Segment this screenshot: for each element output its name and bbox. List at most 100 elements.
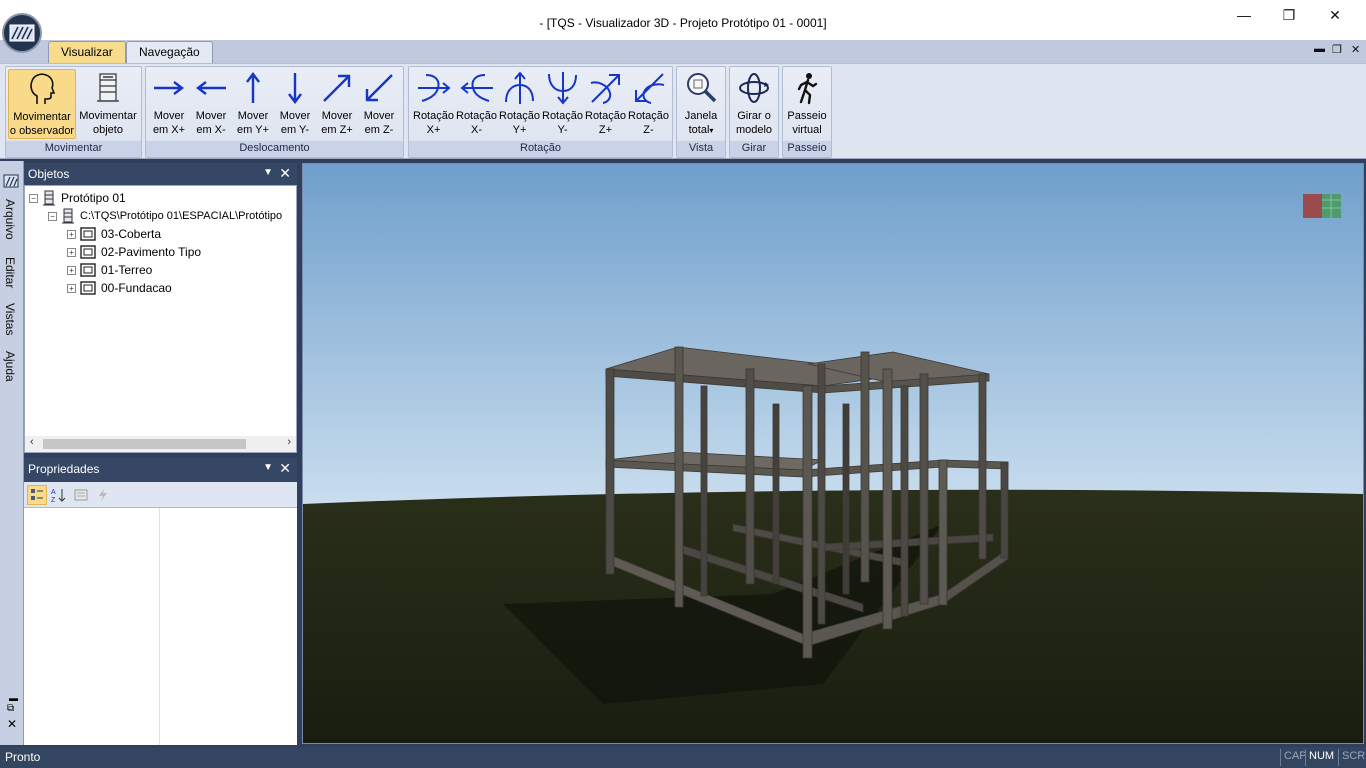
tree-item-fundacao[interactable]: + 00-Fundacao [67, 279, 172, 297]
tree-item-path[interactable]: − C:\TQS\Protótipo 01\ESPACIAL\Protótipo [48, 207, 282, 225]
rotacao-x-neg-button[interactable]: Rotação X- [455, 69, 498, 139]
objetos-panel-header: Objetos ▼ ✕ [24, 163, 297, 185]
mover-y-neg-label1: Mover [279, 110, 311, 122]
svg-text:A: A [51, 489, 56, 496]
minimize-button[interactable]: — [1222, 4, 1266, 26]
head-icon [30, 73, 56, 104]
svg-text:Z: Z [51, 497, 56, 503]
3d-viewport[interactable] [302, 163, 1364, 744]
objetos-panel-dropdown-icon[interactable]: ▼ [263, 167, 273, 178]
tree-item-projeto[interactable]: − Protótipo 01 [29, 189, 126, 207]
floor-plan-icon [80, 281, 96, 295]
scroll-left-icon[interactable]: ‹ [30, 436, 34, 448]
rotacao-z-pos-label2: Z+ [598, 124, 613, 136]
mover-x-pos-button[interactable]: Mover em X+ [148, 69, 190, 139]
building-icon [42, 190, 56, 206]
tree-collapse-icon[interactable]: − [48, 211, 57, 221]
tree-item-terreo[interactable]: + 01-Terreo [67, 261, 152, 279]
group-movimentar: Movimentar o observador Movimentar objet… [5, 66, 142, 158]
side-tab-editar[interactable]: Editar [3, 257, 17, 288]
strip-pin-icon[interactable]: ▬ [9, 693, 18, 703]
rotacao-z-neg-button[interactable]: Rotação Z- [627, 69, 670, 139]
propriedades-column-divider[interactable] [159, 508, 160, 745]
mover-x-pos-label2: em X+ [152, 124, 186, 136]
movimentar-objeto-button[interactable]: Movimentar objeto [76, 69, 140, 139]
propriedades-grid[interactable] [24, 508, 297, 745]
rotacao-x-pos-label2: X+ [426, 124, 441, 136]
rotacao-z-pos-button[interactable]: Rotação Z+ [584, 69, 627, 139]
girar-modelo-button[interactable]: Girar o modelo [732, 69, 776, 139]
mdi-close-button[interactable]: ✕ [1351, 43, 1360, 56]
side-tab-ajuda[interactable]: Ajuda [3, 351, 17, 382]
scrollbar-thumb[interactable] [43, 439, 246, 449]
tree-item-label: 03-Coberta [101, 227, 162, 241]
3d-scene[interactable] [303, 164, 1364, 744]
girar-modelo-label1: Girar o [737, 110, 771, 122]
movimentar-observador-label2: o observador [9, 125, 75, 137]
rotacao-y-pos-label1: Rotação [499, 110, 540, 122]
orbit-icon [739, 73, 769, 103]
maximize-button[interactable]: ❐ [1267, 4, 1311, 26]
rotacao-x-neg-label1: Rotação [456, 110, 497, 122]
objetos-panel-close-icon[interactable]: ✕ [279, 165, 291, 182]
arrow-diagonal-down-icon [365, 74, 393, 102]
events-lightning-icon[interactable] [93, 485, 113, 505]
property-pages-icon[interactable] [71, 485, 91, 505]
rotacao-y-pos-label2: Y+ [512, 124, 527, 136]
sort-alphabetical-icon[interactable]: AZ [49, 485, 69, 505]
mover-z-pos-label1: Mover [321, 110, 353, 122]
mover-x-neg-label1: Mover [195, 110, 227, 122]
strip-app-icon[interactable] [3, 173, 19, 189]
rotacao-y-neg-button[interactable]: Rotação Y- [541, 69, 584, 139]
mover-z-neg-button[interactable]: Mover em Z- [358, 69, 400, 139]
propriedades-panel-close-icon[interactable]: ✕ [279, 460, 291, 477]
app-logo-icon[interactable] [2, 13, 42, 53]
mdi-restore-button[interactable]: ❐ [1332, 43, 1342, 56]
tree-item-coberta[interactable]: + 03-Coberta [67, 225, 161, 243]
rotacao-z-pos-label1: Rotação [585, 110, 626, 122]
janela-total-button[interactable]: Janela total▾ [679, 69, 723, 139]
tree-expand-icon[interactable]: + [67, 247, 76, 257]
janela-total-label1: Janela [684, 110, 718, 122]
strip-close-icon[interactable]: ✕ [7, 717, 17, 731]
objetos-horizontal-scrollbar[interactable]: ‹ › [25, 436, 296, 452]
mover-y-neg-button[interactable]: Mover em Y- [274, 69, 316, 139]
rotate-z-pos-icon [590, 74, 620, 104]
magnifier-icon [687, 73, 717, 103]
categorized-view-icon[interactable] [27, 485, 47, 505]
side-tab-arquivo[interactable]: Arquivo [3, 199, 17, 240]
scrl-indicator: SCRL [1338, 749, 1366, 766]
tree-item-label: Protótipo 01 [61, 191, 126, 205]
group-vista: Janela total▾ Vista [676, 66, 726, 158]
arrow-right-icon [154, 81, 184, 95]
mdi-minimize-button[interactable]: ▬ [1314, 43, 1325, 55]
strip-float-icon[interactable]: ⧉ [7, 703, 14, 714]
mover-y-pos-button[interactable]: Mover em Y+ [232, 69, 274, 139]
arrow-left-icon [196, 81, 226, 95]
tree-expand-icon[interactable]: + [67, 229, 76, 239]
propriedades-panel-dropdown-icon[interactable]: ▼ [263, 462, 273, 473]
group-label-girar: Girar [730, 141, 778, 157]
mover-x-neg-button[interactable]: Mover em X- [190, 69, 232, 139]
mover-y-pos-label2: em Y+ [237, 124, 269, 136]
passeio-virtual-button[interactable]: Passeio virtual [785, 69, 829, 139]
rotacao-x-pos-button[interactable]: Rotação X+ [412, 69, 455, 139]
passeio-virtual-label2: virtual [792, 124, 822, 136]
tab-navegacao[interactable]: Navegação [126, 41, 213, 63]
tree-expand-icon[interactable]: + [67, 265, 76, 275]
tree-item-pavimento-tipo[interactable]: + 02-Pavimento Tipo [67, 243, 201, 261]
mover-z-pos-button[interactable]: Mover em Z+ [316, 69, 358, 139]
view-cube-widget[interactable] [1303, 194, 1341, 218]
rotacao-y-pos-button[interactable]: Rotação Y+ [498, 69, 541, 139]
close-button[interactable]: ✕ [1313, 4, 1357, 26]
scroll-right-icon[interactable]: › [287, 436, 291, 448]
tree-expand-icon[interactable]: + [67, 283, 76, 293]
status-text: Pronto [5, 750, 41, 764]
side-tab-vistas[interactable]: Vistas [3, 303, 17, 335]
movimentar-observador-button[interactable]: Movimentar o observador [8, 69, 76, 139]
objetos-panel-title: Objetos [28, 167, 70, 181]
group-deslocamento: Mover em X+ Mover em X- Mover em Y+ Move… [145, 66, 404, 158]
tab-visualizar[interactable]: Visualizar [48, 41, 126, 63]
rotacao-x-pos-label1: Rotação [413, 110, 454, 122]
tree-collapse-icon[interactable]: − [29, 193, 38, 203]
